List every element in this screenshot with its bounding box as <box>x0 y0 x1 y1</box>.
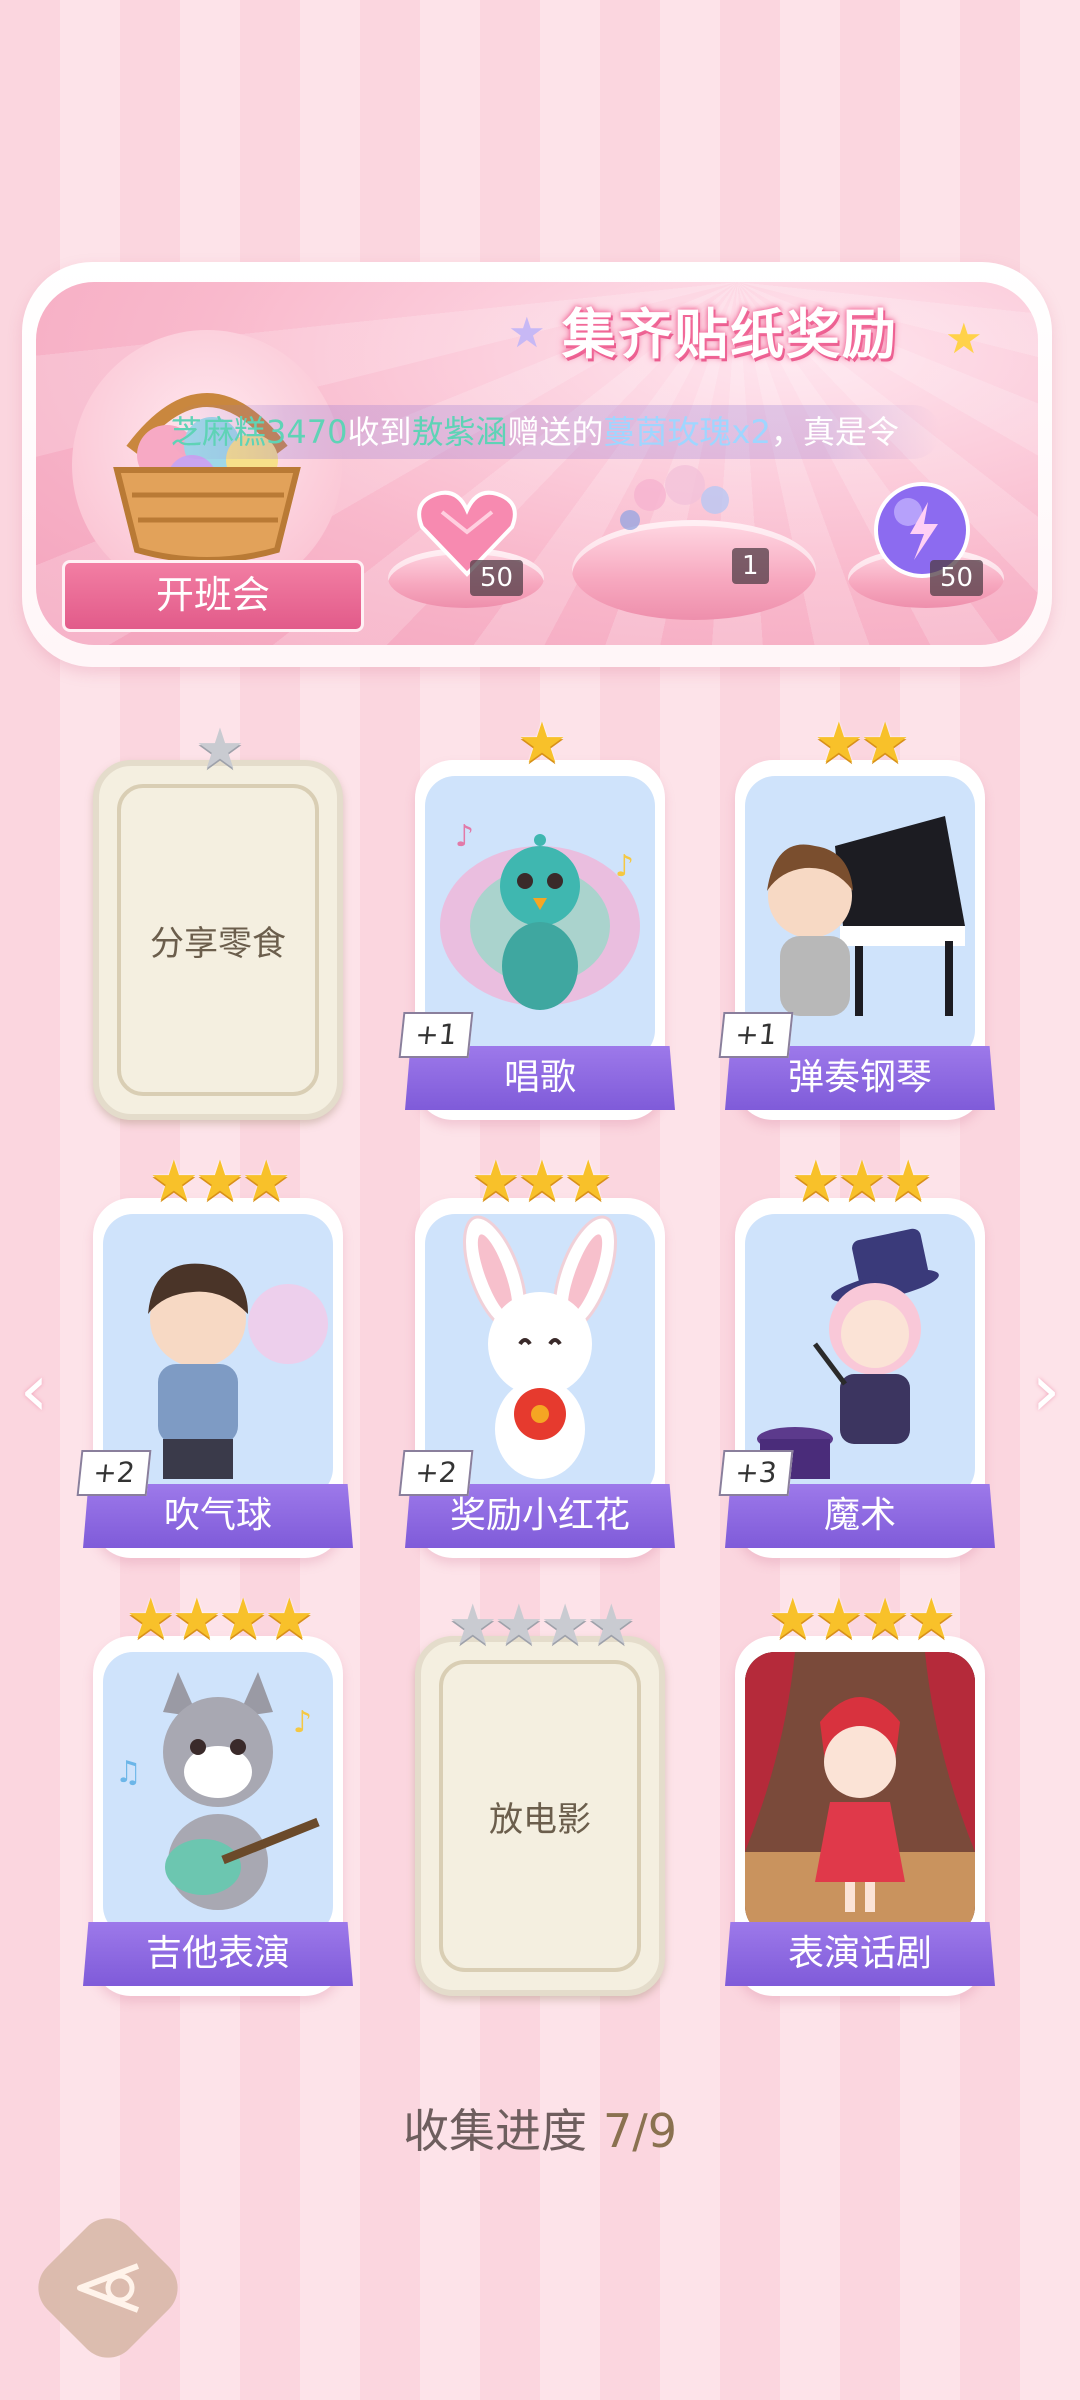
star-rating: ★★★★ <box>93 1592 343 1648</box>
reward-count-1: 50 <box>470 560 524 596</box>
star-rating: ★ <box>99 722 337 778</box>
back-arrow-svg <box>77 2263 140 2313</box>
sticker-card-movie[interactable]: ★★★★ 放电影 <box>415 1598 665 1996</box>
star-rating: ★★★ <box>415 1154 665 1210</box>
star-filled-icon: ★ <box>241 1149 291 1214</box>
sticker-label: 放电影 <box>439 1660 641 1972</box>
star-rating: ★★★★ <box>421 1598 659 1654</box>
star-filled-icon: ★ <box>563 1149 613 1214</box>
sticker-label: 分享零食 <box>117 784 319 1096</box>
progress-label: 收集进度 <box>402 2104 587 2158</box>
gift-ticker: 芝麻糕3470收到敖紫涵赠送的蔓茵玫瑰x2，真是令 <box>170 405 940 459</box>
ticker-gift: 蔓茵玫瑰x2 <box>603 413 771 451</box>
bonus-badge: +1 <box>398 1012 474 1058</box>
star-filled-icon: ★ <box>813 711 864 776</box>
wolf-svg: ♪ ♫ <box>115 1672 320 1910</box>
star-rating: ★ <box>415 716 665 772</box>
star-rating: ★★★★ <box>735 1592 985 1648</box>
cat-girl-stage-icon <box>745 1652 975 1936</box>
star-rating: ★★★ <box>93 1154 343 1210</box>
star-filled-icon: ★ <box>813 1587 864 1652</box>
ticker-part3: ，真是令 <box>770 413 899 451</box>
reward-count-3: 50 <box>930 560 984 596</box>
balloon-pile-icon <box>610 455 750 535</box>
wolf-guitar-icon: ♪ ♫ <box>103 1652 333 1936</box>
star-empty-icon: ★ <box>540 1593 590 1658</box>
sticker-label: 吉他表演 <box>83 1922 353 1986</box>
star-filled-icon: ★ <box>218 1587 268 1652</box>
ticker-user2: 敖紫涵 <box>411 413 508 451</box>
star-filled-icon: ★ <box>860 711 910 776</box>
sticker-label: 表演话剧 <box>725 1922 995 1986</box>
banner-title: 集齐贴纸奖励 <box>562 303 898 366</box>
star-filled-icon: ★ <box>194 1149 245 1214</box>
star-deco-right-icon: ★ <box>945 314 983 363</box>
ticker-user1: 芝麻糕3470 <box>170 413 348 451</box>
progress-value: 7/9 <box>602 2104 678 2158</box>
sticker-card-piano[interactable]: ★★ 弹奏钢琴 +1 <box>718 716 995 1120</box>
bonus-badge: +2 <box>76 1450 152 1496</box>
sticker-card-share-snacks[interactable]: ★ 分享零食 <box>93 722 343 1120</box>
star-filled-icon: ★ <box>148 1149 199 1214</box>
star-filled-icon: ★ <box>171 1587 222 1652</box>
star-empty-icon: ★ <box>493 1593 544 1658</box>
star-rating: ★★★ <box>735 1154 985 1210</box>
star-filled-icon: ★ <box>836 1149 887 1214</box>
bonus-badge: +3 <box>718 1450 794 1496</box>
event-label: 开班会 <box>62 560 364 632</box>
reward-count-2: 1 <box>732 548 769 584</box>
sticker-card-blow-balloon[interactable]: ★★★ 吹气球 +2 <box>76 1154 353 1558</box>
star-filled-icon: ★ <box>516 1149 567 1214</box>
next-page-chevron-right-icon[interactable]: › <box>1026 1350 1066 1430</box>
svg-text:♪: ♪ <box>615 849 634 884</box>
sticker-card-guitar[interactable]: ★★★★ ♪ ♫ 吉他表演 <box>83 1592 353 1996</box>
star-filled-icon: ★ <box>516 711 567 776</box>
svg-text:♪: ♪ <box>293 1705 312 1740</box>
star-filled-icon: ★ <box>470 1149 521 1214</box>
star-filled-icon: ★ <box>767 1587 818 1652</box>
ticker-part1: 收到 <box>347 413 412 451</box>
sticker-card-magic[interactable]: ★★★ 魔术 +3 <box>718 1154 995 1558</box>
star-filled-icon: ★ <box>125 1587 176 1652</box>
star-filled-icon: ★ <box>883 1149 933 1214</box>
star-rating: ★★ <box>735 716 985 772</box>
collection-progress: 收集进度 7/9 <box>0 2095 1080 2161</box>
stage-svg <box>745 1652 975 1936</box>
sticker-card-drama[interactable]: ★★★★ 表演话剧 <box>725 1592 995 1996</box>
star-filled-icon: ★ <box>860 1587 910 1652</box>
star-empty-icon: ★ <box>447 1593 498 1658</box>
balloon-svg <box>620 465 729 530</box>
star-filled-icon: ★ <box>264 1587 314 1652</box>
bonus-badge: +2 <box>398 1450 474 1496</box>
star-empty-icon: ★ <box>194 717 245 782</box>
star-empty-icon: ★ <box>586 1593 636 1658</box>
prev-page-chevron-left-icon[interactable]: ‹ <box>14 1350 54 1430</box>
sticker-card-singing[interactable]: ★ ♪ ♪ 唱歌 +1 <box>398 716 675 1120</box>
ticker-part2: 赠送的 <box>507 413 604 451</box>
back-arrow-icon[interactable] <box>50 2230 166 2346</box>
bonus-badge: +1 <box>718 1012 794 1058</box>
sticker-card-red-flower[interactable]: ★★★ 奖励小红花 +2 <box>398 1154 675 1558</box>
star-filled-icon: ★ <box>790 1149 841 1214</box>
svg-text:♫: ♫ <box>115 1755 142 1790</box>
svg-text:♪: ♪ <box>455 819 474 854</box>
star-filled-icon: ★ <box>906 1587 956 1652</box>
